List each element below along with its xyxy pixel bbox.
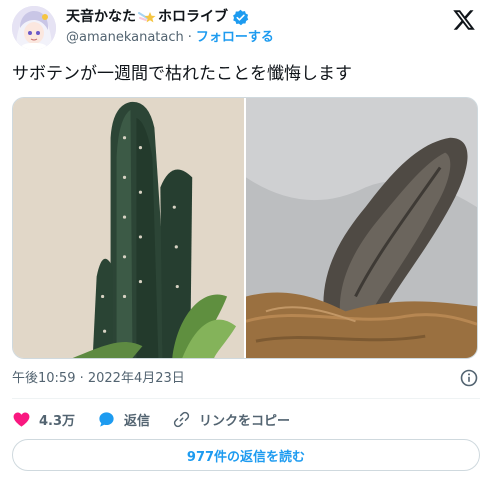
copy-link-button[interactable]: リンクをコピー [172, 410, 290, 429]
like-button[interactable]: 4.3万 [12, 410, 75, 429]
follow-button[interactable]: フォローする [196, 30, 274, 45]
like-count: 4.3万 [39, 413, 76, 429]
media-image-cactus[interactable] [13, 98, 244, 358]
info-icon[interactable] [460, 369, 478, 387]
copy-link-label: リンクをコピー [199, 413, 291, 429]
display-name-suffix: ホロライブ [158, 9, 228, 25]
link-icon [172, 410, 191, 429]
reply-label: 返信 [124, 413, 151, 429]
cactus-image [13, 98, 244, 358]
tweet-header: 天音かなた ホロライブ @amanekanatach · フォローする [12, 6, 480, 50]
withered-cactus-image [246, 98, 477, 358]
verified-badge-icon [232, 9, 249, 26]
handle-line: @amanekanatach · フォローする [66, 29, 274, 47]
media-image-withered-cactus[interactable] [246, 98, 477, 358]
divider [12, 398, 480, 399]
tweet-text: サボテンが一週間で枯れたことを懺悔します [12, 64, 352, 84]
display-name-text: 天音かなた [66, 9, 136, 25]
avatar[interactable] [12, 6, 56, 50]
author-handle[interactable]: @amanekanatach [66, 30, 184, 45]
separator-dot: · [187, 30, 192, 45]
author-display-name[interactable]: 天音かなた ホロライブ [66, 8, 274, 26]
avatar-image [12, 6, 56, 50]
reply-button[interactable]: 返信 [97, 410, 150, 429]
media-grid [12, 97, 478, 359]
shooting-star-icon [138, 9, 156, 25]
tweet-actions: 4.3万 返信 リンクをコピー [12, 406, 480, 432]
reply-bubble-icon [97, 410, 116, 429]
author-names: 天音かなた ホロライブ @amanekanatach · フォローする [66, 8, 274, 47]
heart-icon [12, 410, 31, 429]
tweet-card: 天音かなた ホロライブ @amanekanatach · フォローする サボテン… [0, 0, 492, 477]
read-replies-button[interactable]: 977件の返信を読む [12, 439, 480, 471]
read-replies-label: 977件の返信を読む [186, 449, 306, 465]
tweet-timestamp[interactable]: 午後10:59 · 2022年4月23日 [12, 371, 185, 386]
tweet-meta: 午後10:59 · 2022年4月23日 [12, 369, 480, 389]
x-logo-icon[interactable] [452, 8, 476, 32]
